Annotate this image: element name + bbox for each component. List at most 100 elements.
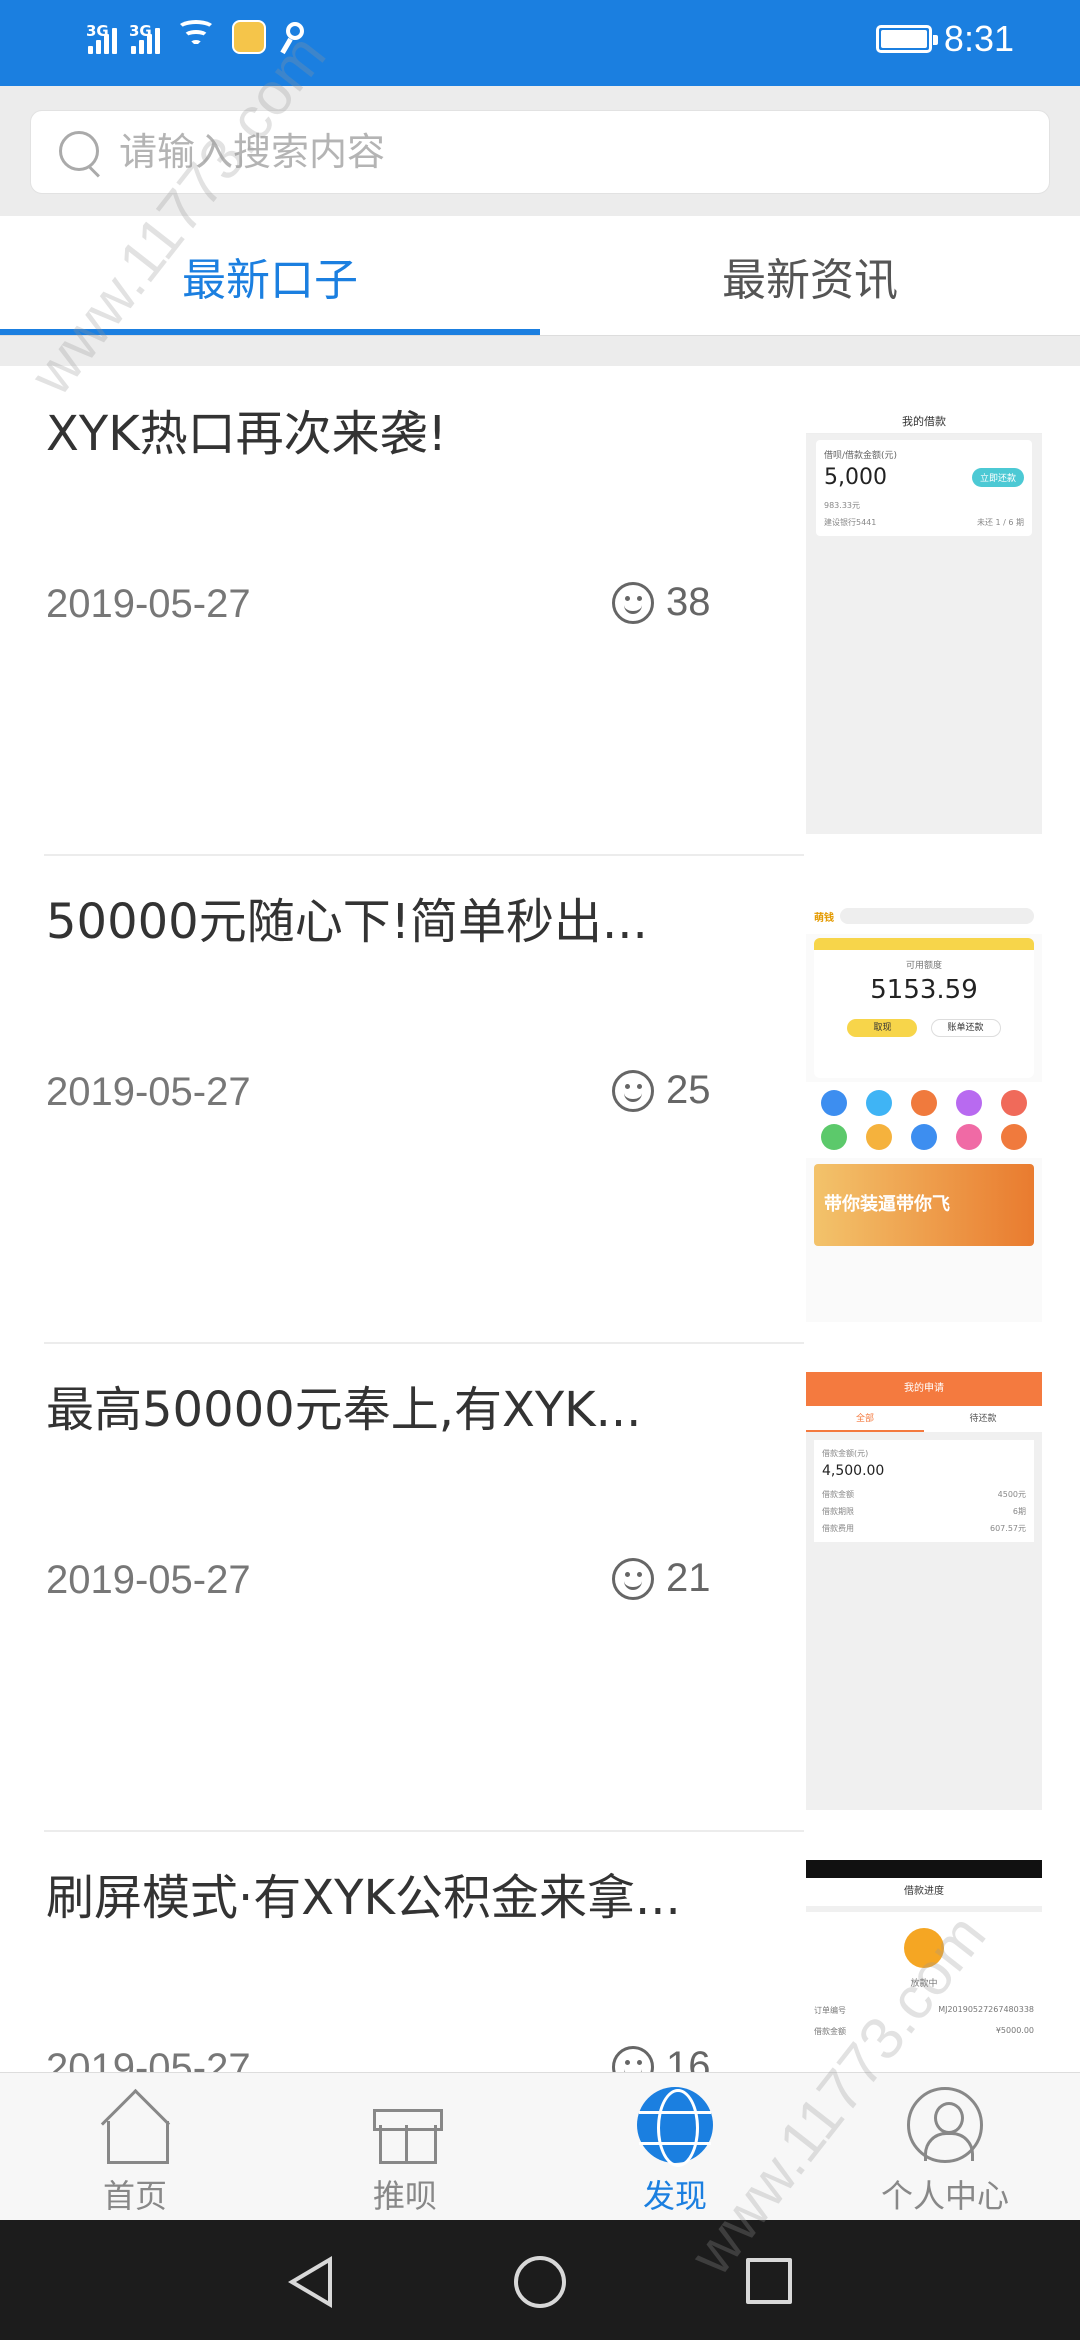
thumb-status-bar [806, 396, 1042, 410]
thumb-icon-grid [806, 1082, 1042, 1158]
list-item[interactable]: 最高50000元奉上,有XYK... 2019-05-27 21 我的申请 全部… [0, 1342, 1080, 1830]
thumb-status-bar [806, 884, 1042, 898]
list-item[interactable]: 刷屏模式·有XYK公积金来拿... 2019-05-27 16 借款进度 放款中… [0, 1830, 1080, 2072]
item-title[interactable]: 50000元随心下!简单秒出... [46, 882, 726, 952]
smile-icon [612, 581, 654, 624]
item-likes: 16 [612, 2044, 711, 2072]
nav-home-label: 首页 [102, 2177, 167, 2215]
nav-recommend[interactable]: 推呗 [270, 2073, 540, 2220]
item-title[interactable]: 刷屏模式·有XYK公积金来拿... [46, 1858, 726, 1928]
wifi-icon [174, 20, 218, 54]
search-bar [0, 86, 1080, 216]
item-likes: 38 [612, 580, 711, 625]
network-type-1: 3G [86, 22, 109, 40]
search-icon[interactable] [59, 131, 105, 177]
thumb-bank: 建设银行5441 [824, 518, 877, 527]
nav-profile-label: 个人中心 [880, 2177, 1009, 2215]
status-icons-right: 8:31 [875, 18, 1014, 60]
search-input[interactable] [119, 111, 1019, 193]
thumb-row-label: 借款期限 [822, 1507, 854, 1516]
thumb-banner: 带你装逼带你飞 [814, 1164, 1034, 1246]
back-icon[interactable] [288, 2256, 332, 2308]
thumb-amount: 4,500.00 [822, 1463, 885, 1479]
list-item[interactable]: 50000元随心下!简单秒出... 2019-05-27 25 萌钱 可用额度 … [0, 854, 1080, 1342]
like-count: 16 [666, 2044, 711, 2072]
thumb-tab-1: 全部 [806, 1406, 924, 1432]
thumb-row-label: 订单编号 [814, 2006, 846, 2015]
item-thumbnail[interactable]: 借款进度 放款中 订单编号 MJ20190527267480338 借款金额 ¥50… [806, 1860, 1042, 2072]
smile-icon [612, 1557, 654, 1600]
nav-discover[interactable]: 发现 [540, 2073, 810, 2220]
item-thumbnail[interactable]: 我的申请 全部 待还款 借款金额(元) 4,500.00 借款金额 4500元 借… [806, 1372, 1042, 1810]
thumb-search [840, 908, 1034, 924]
item-title[interactable]: XYK热口再次来袭! [46, 394, 726, 464]
thumb-row-label: 借款金额 [822, 1490, 854, 1499]
thumb-installment: 未还 1 / 6 期 [976, 518, 1024, 527]
status-icons-left: 3G 3G [86, 20, 310, 55]
nav-home[interactable]: 首页 [0, 2073, 270, 2220]
thumb-row-value: 6期 [1012, 1507, 1026, 1516]
thumb-tabs: 全部 待还款 [806, 1406, 1042, 1432]
item-thumbnail[interactable]: 我的借款 借呗/借款金额(元) 5,000 立即还款 983.33元 建设银行5… [806, 396, 1042, 834]
item-date: 2019-05-27 [46, 1558, 251, 1602]
thumb-card: 借呗/借款金额(元) 5,000 立即还款 983.33元 建设银行5441 未… [816, 440, 1032, 536]
tab-latest-loans[interactable]: 最新口子 [0, 216, 540, 335]
nav-profile[interactable]: 个人中心 [810, 2073, 1080, 2220]
item-title[interactable]: 最高50000元奉上,有XYK... [46, 1370, 726, 1440]
thumb-header: 借款进度 [806, 1878, 1042, 1906]
item-date: 2019-05-27 [46, 2046, 251, 2072]
cell-signal-2-icon: 3G [129, 22, 160, 54]
thumb-row-value: 607.57元 [990, 1524, 1026, 1533]
status-bar: 3G 3G 8:31 [0, 0, 1080, 86]
home-button-icon[interactable] [514, 2256, 566, 2308]
thumb-repay-button: 立即还款 [971, 468, 1024, 487]
thumb-sub-amount: 983.33元 [824, 501, 860, 510]
tab-latest-news[interactable]: 最新资讯 [540, 216, 1080, 335]
thumb-card-label: 借呗/借款金额(元) [824, 451, 898, 461]
thumb-row-value: MJ20190527267480338 [938, 2005, 1034, 2014]
thumb-status: 放款中 [910, 1979, 938, 1989]
like-count: 21 [666, 1556, 711, 1600]
gift-icon [367, 2087, 443, 2164]
clock: 8:31 [943, 18, 1014, 59]
tab-bar: 最新口子 最新资讯 [0, 216, 1080, 336]
battery-icon [875, 25, 938, 53]
nav-discover-label: 发现 [642, 2177, 707, 2215]
like-count: 38 [666, 580, 711, 624]
item-thumbnail[interactable]: 萌钱 可用额度 5153.59 取现 账单还款 带你装逼带你飞 [806, 884, 1042, 1322]
thumb-amount: 5,000 [824, 465, 887, 490]
thumb-header: 我的借款 [806, 410, 1042, 434]
thumb-tab-2: 待还款 [969, 1414, 997, 1424]
thumb-body: 放款中 订单编号 MJ20190527267480338 借款金额 ¥5000.00 [806, 1912, 1042, 2072]
user-icon [907, 2087, 983, 2163]
thumb-status-bar [806, 1860, 1042, 1878]
item-date: 2019-05-27 [46, 582, 251, 626]
globe-icon [637, 2087, 713, 2167]
list-item[interactable]: XYK热口再次来袭! 2019-05-27 38 我的借款 借呗/借款金额(元)… [0, 366, 1080, 854]
thumb-card: 可用额度 5153.59 取现 账单还款 [814, 938, 1034, 1078]
home-icon [97, 2087, 173, 2164]
thumb-row-value: ¥5000.00 [995, 2026, 1034, 2035]
feed-list: XYK热口再次来袭! 2019-05-27 38 我的借款 借呗/借款金额(元)… [0, 366, 1080, 2072]
thumb-clock-icon [904, 1928, 944, 1968]
cell-signal-1-icon: 3G [86, 22, 117, 54]
thumb-row-label: 借款费用 [822, 1524, 854, 1533]
key-icon [280, 20, 310, 55]
recent-apps-icon[interactable] [746, 2258, 792, 2304]
item-likes: 25 [612, 1068, 711, 1113]
bottom-nav: 首页 推呗 发现 个人中心 [0, 2072, 1080, 2220]
thumb-header: 我的申请 [806, 1372, 1042, 1406]
thumb-amount: 5153.59 [870, 975, 978, 1005]
thumb-label: 可用额度 [905, 961, 942, 971]
like-count: 25 [666, 1068, 711, 1112]
system-nav-bar [0, 2220, 1080, 2340]
thumb-btn-2: 账单还款 [930, 1019, 1001, 1037]
nav-recommend-label: 推呗 [372, 2177, 437, 2215]
thumb-label: 借款金额(元) [822, 1449, 869, 1458]
thumb-logo: 萌钱 [814, 912, 834, 924]
thumb-card: 借款金额(元) 4,500.00 借款金额 4500元 借款期限 6期 借款费用 60… [814, 1440, 1034, 1542]
thumb-header: 萌钱 [806, 898, 1042, 934]
thumb-row-label: 借款金额 [814, 2027, 846, 2036]
item-likes: 21 [612, 1556, 711, 1601]
search-box[interactable] [30, 110, 1050, 194]
